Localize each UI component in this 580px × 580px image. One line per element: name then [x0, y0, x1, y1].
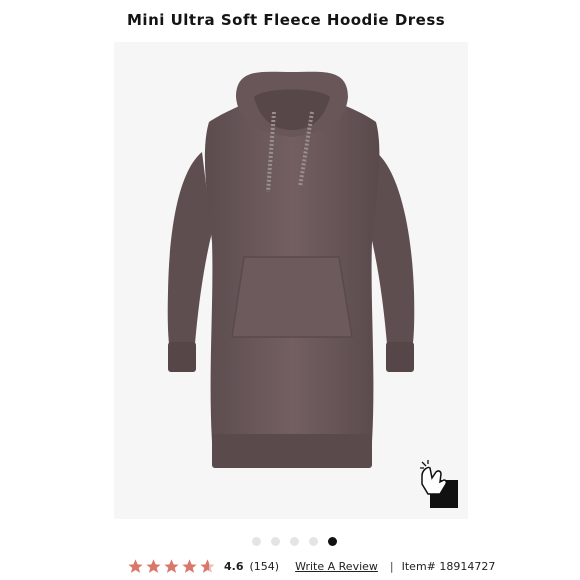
- star-half-icon: [200, 558, 215, 573]
- rating-value: 4.6: [224, 559, 244, 573]
- item-number: Item# 18914727: [401, 559, 496, 573]
- carousel-dot[interactable]: [251, 537, 261, 546]
- star-icon: [146, 558, 161, 573]
- write-review-link[interactable]: Write A Review: [295, 560, 378, 573]
- carousel-dot-active[interactable]: [327, 537, 337, 546]
- carousel-dot[interactable]: [270, 537, 280, 546]
- product-image[interactable]: [114, 42, 468, 519]
- star-icon: [164, 558, 179, 573]
- carousel-dot[interactable]: [308, 537, 318, 546]
- carousel-dot[interactable]: [289, 537, 299, 546]
- hoodie-dress-illustration: [167, 71, 415, 468]
- product-meta: 4.6 (154) Write A Review | Item# 1891472…: [127, 556, 495, 576]
- zoom-button[interactable]: [416, 458, 460, 510]
- star-icon: [182, 558, 197, 573]
- review-count: (154): [249, 559, 280, 573]
- zoom-hand-icon: [420, 460, 458, 508]
- product-title: Mini Ultra Soft Fleece Hoodie Dress: [127, 11, 446, 29]
- separator: |: [389, 559, 394, 573]
- rating-stars[interactable]: [127, 558, 216, 575]
- star-icon: [128, 558, 143, 573]
- carousel-dots: [0, 537, 580, 549]
